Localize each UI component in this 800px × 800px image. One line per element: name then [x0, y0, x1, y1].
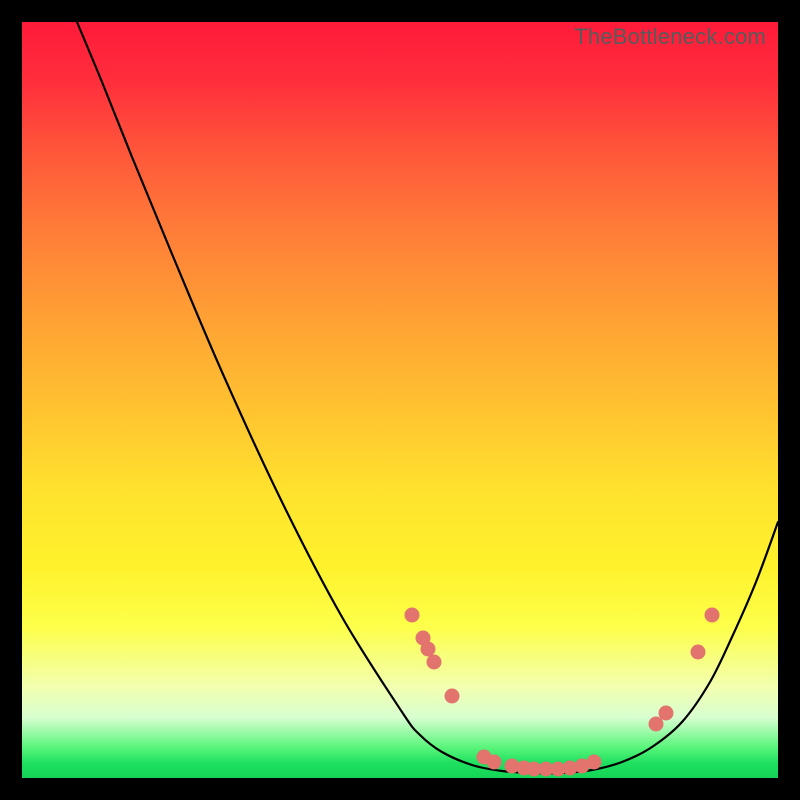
data-dot	[427, 655, 442, 670]
data-dot	[445, 689, 460, 704]
data-dot	[659, 706, 674, 721]
data-dot	[421, 642, 436, 657]
bottleneck-curve-plot	[22, 22, 778, 778]
data-dot	[405, 608, 420, 623]
data-dot	[691, 645, 706, 660]
data-dots	[405, 608, 720, 777]
data-dot	[587, 755, 602, 770]
data-dot	[705, 608, 720, 623]
chart-frame: TheBottleneck.com	[22, 22, 778, 778]
data-dot	[487, 755, 502, 770]
